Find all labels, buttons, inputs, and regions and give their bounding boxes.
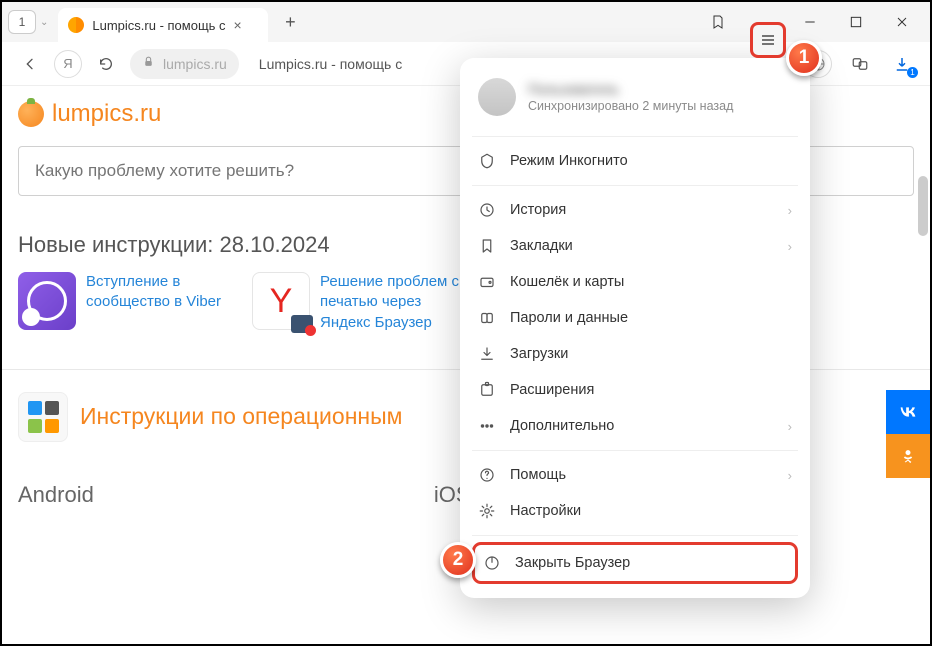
main-menu-button[interactable] xyxy=(750,22,786,58)
android-heading: Android xyxy=(18,482,94,508)
browser-tab[interactable]: Lumpics.ru - помощь с × xyxy=(58,8,268,42)
sync-status: Синхронизировано 2 минуты назад xyxy=(528,99,733,113)
account-name: Пользователь xyxy=(528,81,733,97)
menu-item-label: Пароли и данные xyxy=(510,310,628,326)
menu-item-label: Режим Инкогнито xyxy=(510,153,628,169)
menu-incognito[interactable]: Режим Инкогнито xyxy=(460,143,810,179)
downloads-badge: 1 xyxy=(907,67,918,78)
reload-button[interactable] xyxy=(92,50,120,78)
chevron-right-icon: › xyxy=(788,419,792,434)
menu-more[interactable]: Дополнительно › xyxy=(460,408,810,444)
menu-item-label: Дополнительно xyxy=(510,418,614,434)
annotation-callout-2: 2 xyxy=(440,542,476,578)
social-sidebar xyxy=(886,390,930,478)
menu-account-header[interactable]: Пользователь Синхронизировано 2 минуты н… xyxy=(460,68,810,130)
scrollbar[interactable] xyxy=(918,176,928,236)
yandex-home-icon[interactable]: Я xyxy=(54,50,82,78)
back-button[interactable] xyxy=(16,50,44,78)
viber-thumb-icon xyxy=(18,272,76,330)
menu-separator xyxy=(472,450,798,451)
chevron-right-icon: › xyxy=(788,239,792,254)
article-card[interactable]: Вступление в сообщество в Viber xyxy=(18,272,228,333)
menu-separator xyxy=(472,185,798,186)
more-icon xyxy=(478,417,496,435)
annotation-callout-1: 1 xyxy=(786,40,822,76)
menu-settings[interactable]: Настройки xyxy=(460,493,810,529)
menu-item-label: Закрыть Браузер xyxy=(515,555,630,571)
menu-downloads[interactable]: Загрузки xyxy=(460,336,810,372)
menu-extensions[interactable]: Расширения xyxy=(460,372,810,408)
bookmark-page-icon[interactable] xyxy=(696,6,740,38)
window-controls xyxy=(696,2,924,42)
extensions-icon xyxy=(478,381,496,399)
favicon-icon xyxy=(68,17,84,33)
printer-badge-icon xyxy=(291,315,313,333)
history-icon xyxy=(478,201,496,219)
menu-bookmarks[interactable]: Закладки › xyxy=(460,228,810,264)
avatar-icon xyxy=(478,78,516,116)
maximize-button[interactable] xyxy=(834,6,878,38)
chevron-right-icon: › xyxy=(788,203,792,218)
menu-item-label: Настройки xyxy=(510,503,581,519)
url-description: Lumpics.ru - помощь с xyxy=(259,56,402,72)
menu-item-label: Закладки xyxy=(510,238,573,254)
downloads-icon[interactable]: 1 xyxy=(888,50,916,78)
new-tab-button[interactable]: + xyxy=(276,8,304,36)
menu-separator xyxy=(472,136,798,137)
menu-history[interactable]: История › xyxy=(460,192,810,228)
site-name[interactable]: lumpics.ru xyxy=(52,100,161,128)
os-thumb-icon xyxy=(18,392,68,442)
url-field[interactable]: lumpics.ru xyxy=(130,49,239,79)
tab-title: Lumpics.ru - помощь с xyxy=(92,18,225,33)
passwords-icon xyxy=(478,309,496,327)
menu-item-label: Кошелёк и карты xyxy=(510,274,624,290)
gear-icon xyxy=(478,502,496,520)
menu-help[interactable]: Помощь › xyxy=(460,457,810,493)
incognito-icon xyxy=(478,152,496,170)
titlebar: 1 ⌄ Lumpics.ru - помощь с × + xyxy=(2,2,930,42)
menu-separator xyxy=(472,535,798,536)
url-domain: lumpics.ru xyxy=(163,56,227,72)
article-link[interactable]: Решение проблем с печатью через Яндекс Б… xyxy=(320,272,462,333)
translate-icon[interactable] xyxy=(846,50,874,78)
tab-dropdown-icon[interactable]: ⌄ xyxy=(40,17,48,28)
bookmark-icon xyxy=(478,237,496,255)
vk-share-button[interactable] xyxy=(886,390,930,434)
wallet-icon xyxy=(478,273,496,291)
menu-item-label: Расширения xyxy=(510,382,594,398)
yandex-browser-thumb-icon: Y xyxy=(252,272,310,330)
browser-main-menu: Пользователь Синхронизировано 2 минуты н… xyxy=(460,58,810,598)
menu-close-browser[interactable]: Закрыть Браузер xyxy=(472,542,798,584)
menu-wallet[interactable]: Кошелёк и карты xyxy=(460,264,810,300)
download-icon xyxy=(478,345,496,363)
tab-counter[interactable]: 1 xyxy=(8,10,36,34)
power-icon xyxy=(483,554,501,572)
close-tab-icon[interactable]: × xyxy=(234,17,242,33)
article-card[interactable]: Y Решение проблем с печатью через Яндекс… xyxy=(252,272,462,333)
menu-item-label: Помощь xyxy=(510,467,566,483)
site-logo-icon xyxy=(18,101,44,127)
help-icon xyxy=(478,466,496,484)
chevron-right-icon: › xyxy=(788,468,792,483)
minimize-button[interactable] xyxy=(788,6,832,38)
close-window-button[interactable] xyxy=(880,6,924,38)
menu-passwords[interactable]: Пароли и данные xyxy=(460,300,810,336)
menu-item-label: Загрузки xyxy=(510,346,568,362)
os-section-link[interactable]: Инструкции по операционным xyxy=(80,403,402,430)
article-link[interactable]: Вступление в сообщество в Viber xyxy=(86,272,228,333)
menu-item-label: История xyxy=(510,202,566,218)
ok-share-button[interactable] xyxy=(886,434,930,478)
lock-icon xyxy=(142,55,155,73)
